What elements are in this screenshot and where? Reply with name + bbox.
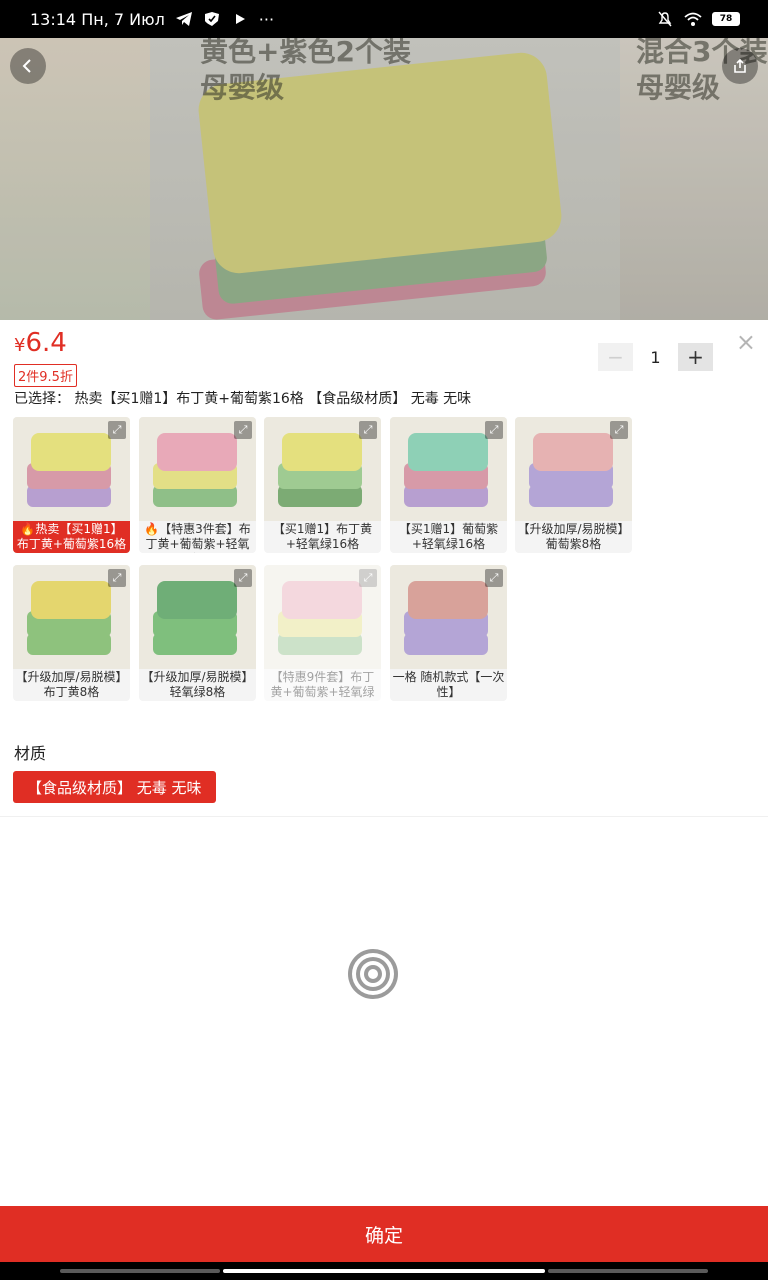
play-icon [235,14,245,24]
back-button[interactable] [10,48,46,84]
variant-label: 【特惠9件套】布丁黄+葡萄紫+轻氧绿 [270,670,375,699]
quantity-stepper: − 1 + [598,343,713,371]
confirm-button[interactable]: 确定 [0,1206,768,1262]
loading-spinner-icon [348,949,398,999]
variant-option[interactable]: ⤢ 🔥热卖【买1赠1】布丁黄+葡萄紫16格 [13,417,130,553]
material-option[interactable]: 【食品级材质】 无毒 无味 [13,771,216,803]
product-image[interactable]: 黄色+紫色2个装 母婴级 混合3个装 母婴级 [0,38,768,320]
currency-symbol: ¥ [14,335,26,356]
telegram-icon [175,12,192,26]
tray-layer [408,581,488,619]
expand-icon[interactable]: ⤢ [234,421,252,439]
tray-layer [157,581,237,619]
tray-layer [31,581,111,619]
status-bar: 13:14 Пн, 7 Июл ··· 78 [0,0,768,38]
tray-layer [533,433,613,471]
sku-selector-sheet: ¥6.4 2件9.5折 × − 1 + 已选择： 热卖【买1赠1】布丁黄+葡萄紫… [0,320,768,1206]
nav-bar-right [548,1269,708,1273]
share-button[interactable] [722,48,758,84]
expand-icon[interactable]: ⤢ [108,569,126,587]
variant-option: ⤢ 【特惠9件套】布丁黄+葡萄紫+轻氧绿 [264,565,381,701]
expand-icon[interactable]: ⤢ [359,569,377,587]
close-button[interactable]: × [736,328,756,356]
battery-indicator: 78 [712,12,740,26]
expand-icon[interactable]: ⤢ [485,421,503,439]
price-value: 6.4 [25,328,67,358]
decrement-button[interactable]: − [598,343,633,371]
home-indicator[interactable] [223,1269,545,1273]
variant-option[interactable]: ⤢ 【升级加厚/易脱模】葡萄紫8格 [515,417,632,553]
tray-layer [157,433,237,471]
wifi-icon [684,12,702,26]
expand-icon[interactable]: ⤢ [610,421,628,439]
status-time: 13:14 Пн, 7 Июл [30,9,165,29]
price: ¥6.4 [14,328,67,358]
variant-option[interactable]: ⤢ 🔥【特惠3件套】布丁黄+葡萄紫+轻氧绿 [139,417,256,553]
variant-option[interactable]: ⤢ 一格 随机款式【一次性】 [390,565,507,701]
variant-label: 一格 随机款式【一次性】 [392,670,505,699]
variant-option[interactable]: ⤢ 【升级加厚/易脱模】轻氧绿8格 [139,565,256,701]
selected-summary: 已选择： 热卖【买1赠1】布丁黄+葡萄紫16格 【食品级材质】 无毒 无味 [14,391,472,407]
back-icon [22,59,31,73]
variant-option[interactable]: ⤢ 【买1赠1】布丁黄+轻氧绿16格 [264,417,381,553]
variant-label: 🔥热卖【买1赠1】布丁黄+葡萄紫16格 [13,521,130,553]
expand-icon[interactable]: ⤢ [234,569,252,587]
variant-option[interactable]: ⤢ 【买1赠1】葡萄紫+轻氧绿16格 [390,417,507,553]
variant-label: 【买1赠1】布丁黄+轻氧绿16格 [272,522,373,551]
expand-icon[interactable]: ⤢ [359,421,377,439]
tray-layer [408,433,488,471]
material-title: 材质 [14,744,47,763]
nav-bar-left [60,1269,220,1273]
increment-button[interactable]: + [678,343,713,371]
variant-label: 【升级加厚/易脱模】葡萄紫8格 [517,522,630,551]
tray-layer [31,433,111,471]
divider [0,816,768,817]
quantity-value[interactable]: 1 [633,348,678,367]
more-dots: ··· [258,9,275,29]
tray-layer [282,581,362,619]
variant-label: 【买1赠1】葡萄紫+轻氧绿16格 [398,522,499,551]
bell-muted-icon [658,11,672,27]
shield-icon [204,12,219,26]
hero-dim-overlay [0,38,768,320]
variant-label: 【升级加厚/易脱模】轻氧绿8格 [141,670,254,699]
variant-label: 【升级加厚/易脱模】布丁黄8格 [15,670,128,699]
share-icon [734,58,746,73]
expand-icon[interactable]: ⤢ [485,569,503,587]
variant-option[interactable]: ⤢ 【升级加厚/易脱模】布丁黄8格 [13,565,130,701]
variant-label: 🔥【特惠3件套】布丁黄+葡萄紫+轻氧绿 [144,522,251,553]
tray-layer [282,433,362,471]
expand-icon[interactable]: ⤢ [108,421,126,439]
discount-badge: 2件9.5折 [14,364,77,387]
navigation-bar [0,1262,768,1280]
